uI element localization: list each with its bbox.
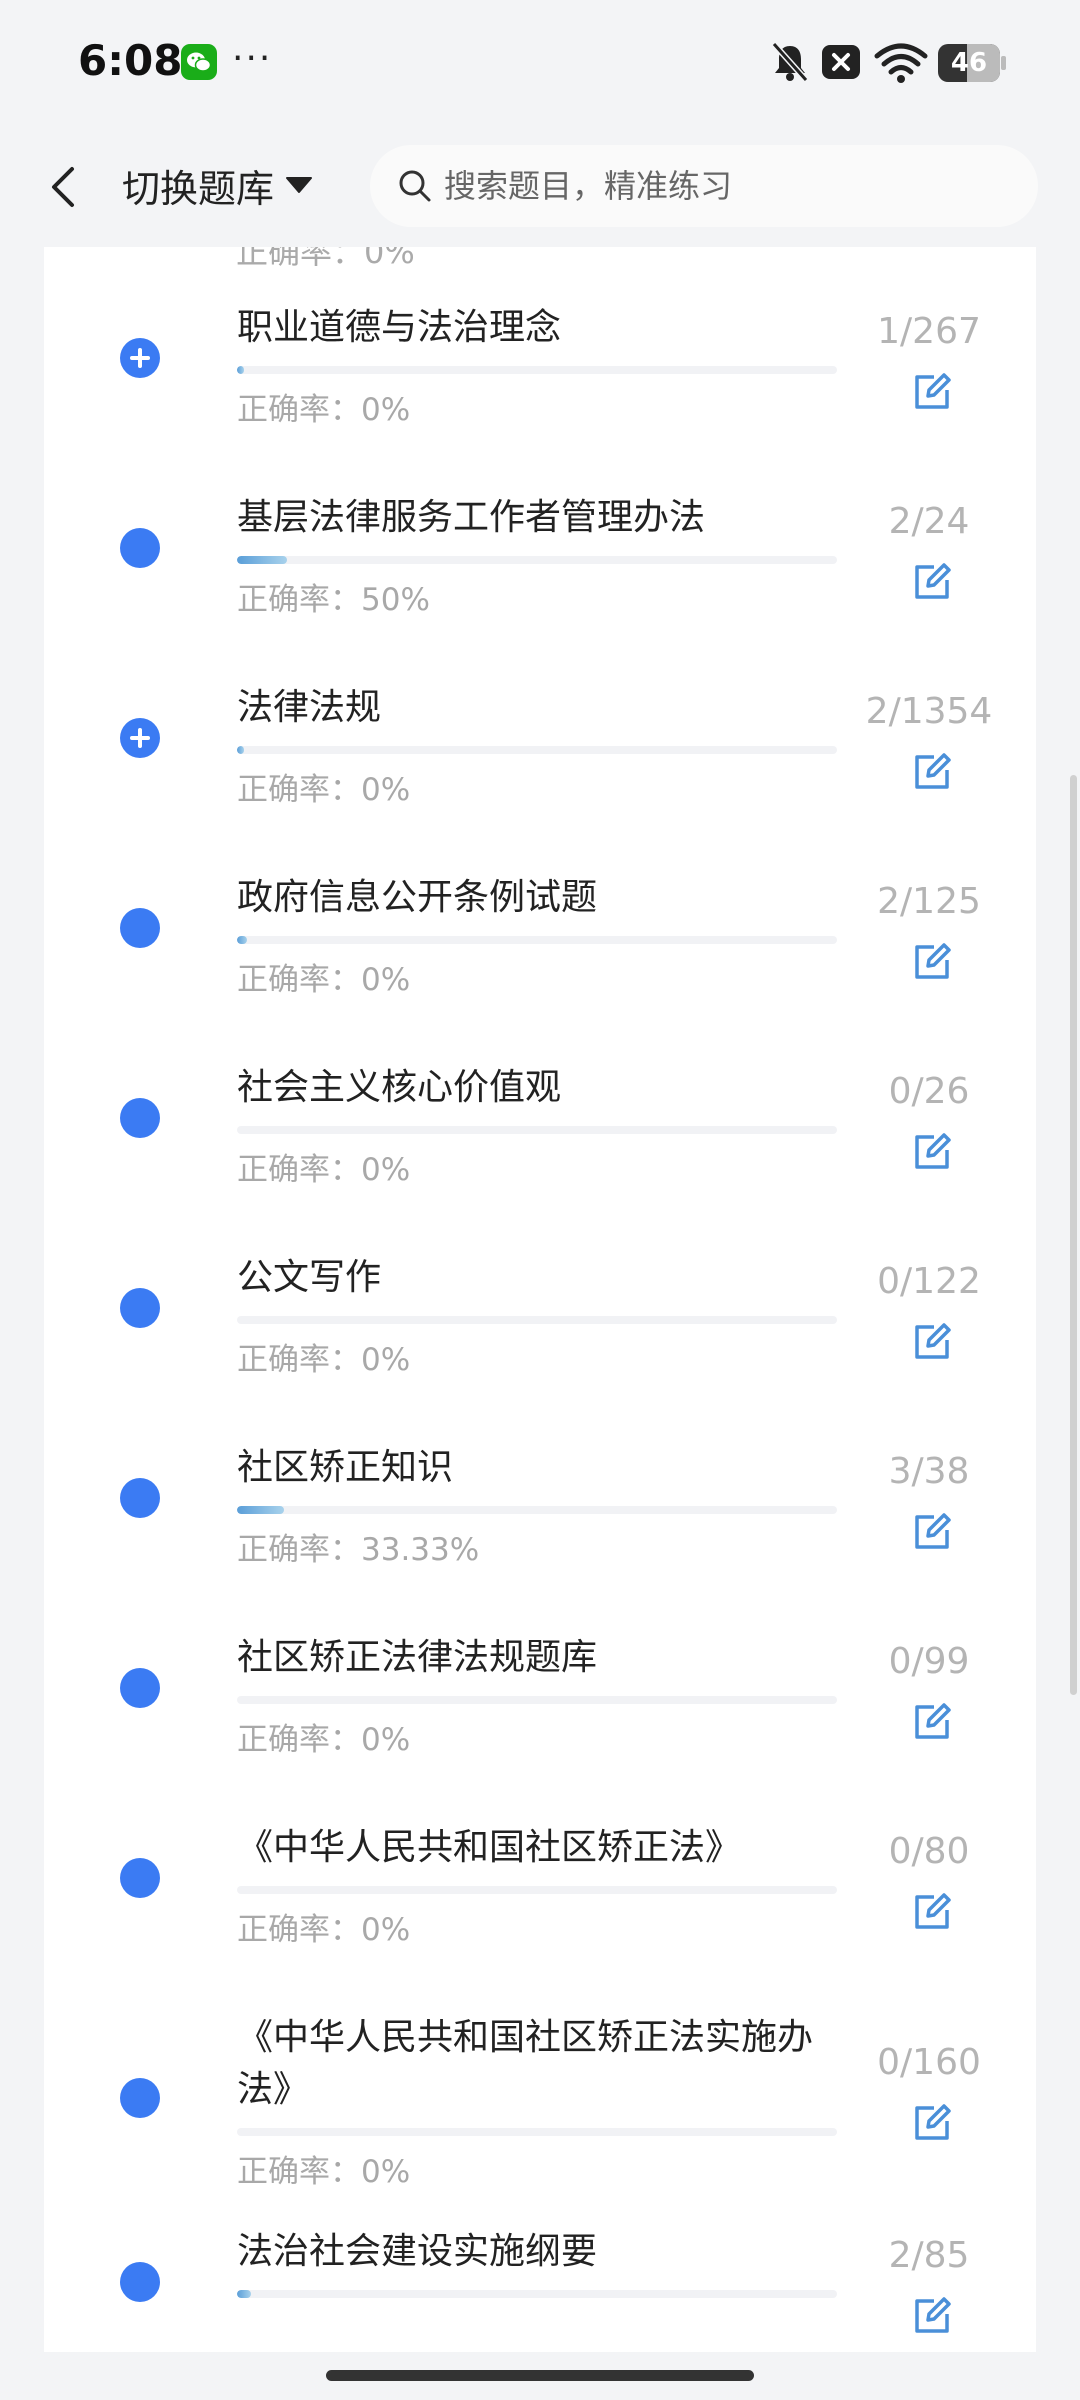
wifi-icon — [873, 40, 929, 84]
progress-fill — [237, 746, 245, 754]
home-indicator[interactable] — [326, 2370, 754, 2381]
edit-icon[interactable] — [912, 752, 952, 792]
progress-bar — [237, 556, 837, 564]
progress-bar — [237, 366, 837, 374]
bullet-dot-icon — [120, 1668, 160, 1708]
item-count: 0/160 — [877, 2042, 981, 2083]
progress-bar — [237, 2290, 837, 2298]
progress-fill — [237, 2290, 252, 2298]
battery-icon: 46 — [938, 44, 1006, 82]
progress-bar — [237, 936, 837, 944]
item-title: 法律法规 — [237, 687, 382, 728]
progress-bar — [237, 1696, 837, 1704]
item-title: 社区矫正法律法规题库 — [237, 1637, 598, 1678]
search-box[interactable] — [370, 145, 1038, 227]
edit-icon[interactable] — [912, 2296, 952, 2336]
battery-level: 46 — [950, 48, 988, 78]
item-accuracy: 正确率：0% — [237, 1342, 411, 1378]
item-title: 社会主义核心价值观 — [237, 1067, 562, 1108]
search-icon — [399, 170, 431, 202]
item-title: 职业道德与法治理念 — [237, 307, 562, 348]
edit-icon[interactable] — [912, 1512, 952, 1552]
more-dots-icon: ··· — [232, 38, 273, 79]
item-accuracy: 正确率：33.33% — [237, 1532, 480, 1568]
item-count: 1/267 — [877, 311, 981, 352]
progress-fill — [237, 1506, 285, 1514]
item-count: 2/1354 — [865, 691, 993, 732]
progress-bar — [237, 1316, 837, 1324]
item-count: 2/85 — [888, 2235, 970, 2276]
caret-down-icon — [286, 177, 313, 193]
switch-bank-label: 切换题库 — [122, 166, 275, 211]
item-accuracy: 正确率：50% — [237, 582, 430, 618]
progress-bar — [237, 1126, 837, 1134]
status-bar: 6:08 ··· 46 — [0, 0, 1080, 125]
item-accuracy: 正确率：0% — [237, 1152, 411, 1188]
item-accuracy: 正确率：0% — [237, 1912, 411, 1948]
item-count: 0/122 — [877, 1261, 981, 1302]
edit-icon[interactable] — [912, 1132, 952, 1172]
edit-icon[interactable] — [912, 2103, 952, 2143]
status-time: 6:08 — [78, 36, 183, 85]
scrollbar[interactable] — [1070, 775, 1077, 1695]
item-count: 0/80 — [888, 1831, 970, 1872]
bullet-dot-icon — [120, 908, 160, 948]
bullet-dot-icon — [120, 1858, 160, 1898]
progress-bar — [237, 746, 837, 754]
bullet-dot-icon — [120, 1478, 160, 1518]
edit-icon[interactable] — [912, 1892, 952, 1932]
item-title: 法治社会建设实施纲要 — [237, 2231, 598, 2272]
progress-bar — [237, 1886, 837, 1894]
question-bank-list: 正确率：0% 职业道德与法治理念 正确率：0% 1/267 基层法律服务工作者管理办法… — [44, 247, 1036, 2352]
edit-icon[interactable] — [912, 1702, 952, 1742]
edit-icon[interactable] — [912, 562, 952, 602]
item-title: 《中华人民共和国社区矫正法》 — [237, 1827, 742, 1868]
bullet-dot-icon — [120, 2262, 160, 2302]
bullet-dot-icon — [120, 1098, 160, 1138]
bullet-dot-icon — [120, 528, 160, 568]
item-title: 基层法律服务工作者管理办法 — [237, 497, 706, 538]
edit-icon[interactable] — [912, 372, 952, 412]
item-count: 0/99 — [888, 1641, 970, 1682]
item-count: 2/125 — [877, 881, 981, 922]
item-title: 政府信息公开条例试题 — [237, 877, 598, 918]
expand-plus-icon[interactable] — [120, 718, 160, 758]
item-accuracy: 正确率：0% — [237, 962, 411, 998]
item-count: 3/38 — [888, 1451, 970, 1492]
item-count: 2/24 — [888, 501, 970, 542]
progress-fill — [237, 366, 245, 374]
item-accuracy: 正确率：0% — [237, 772, 411, 808]
notification-x-icon — [820, 40, 862, 84]
item-count: 0/26 — [888, 1071, 970, 1112]
wechat-icon — [181, 44, 217, 80]
bullet-dot-icon — [120, 1288, 160, 1328]
header: 切换题库 — [0, 125, 1080, 247]
edit-icon[interactable] — [912, 1322, 952, 1362]
bullet-dot-icon — [120, 2078, 160, 2118]
bell-muted-icon — [770, 40, 810, 84]
item-accuracy: 正确率：0% — [237, 2154, 411, 2190]
switch-bank-dropdown[interactable]: 切换题库 — [122, 155, 314, 215]
progress-bar — [237, 2128, 837, 2136]
progress-fill — [237, 936, 247, 944]
item-accuracy: 正确率：0% — [237, 1722, 411, 1758]
progress-fill — [237, 556, 287, 564]
item-title: 《中华人民共和国社区矫正法实施办法》 — [237, 2017, 814, 2110]
item-accuracy: 正确率：0% — [237, 392, 411, 428]
progress-bar — [237, 1506, 837, 1514]
back-icon[interactable] — [44, 163, 84, 211]
expand-plus-icon[interactable] — [120, 338, 160, 378]
item-title: 公文写作 — [237, 1257, 382, 1298]
partial-item-accuracy: 正确率：0% — [236, 247, 415, 271]
item-title: 社区矫正知识 — [237, 1447, 454, 1488]
search-input[interactable] — [442, 166, 1002, 206]
edit-icon[interactable] — [912, 942, 952, 982]
